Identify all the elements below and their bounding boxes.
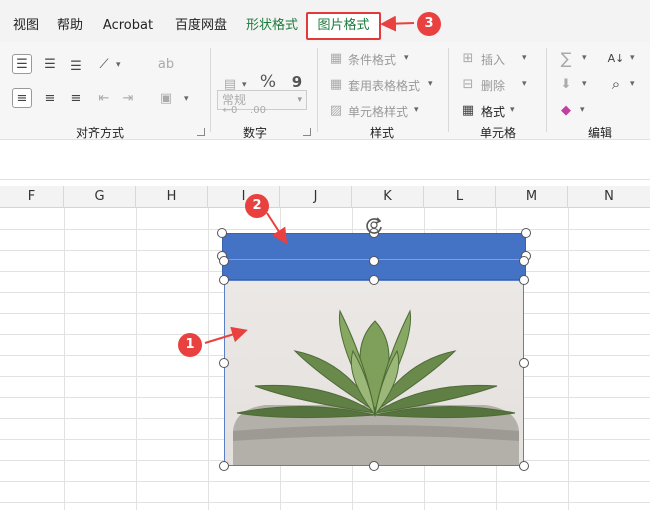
annotation-badge-1: 1 (178, 333, 202, 357)
annotation-badge-2: 2 (245, 194, 269, 218)
annotation-arrows (204, 15, 415, 344)
annotation-badge-3: 3 (417, 12, 441, 36)
